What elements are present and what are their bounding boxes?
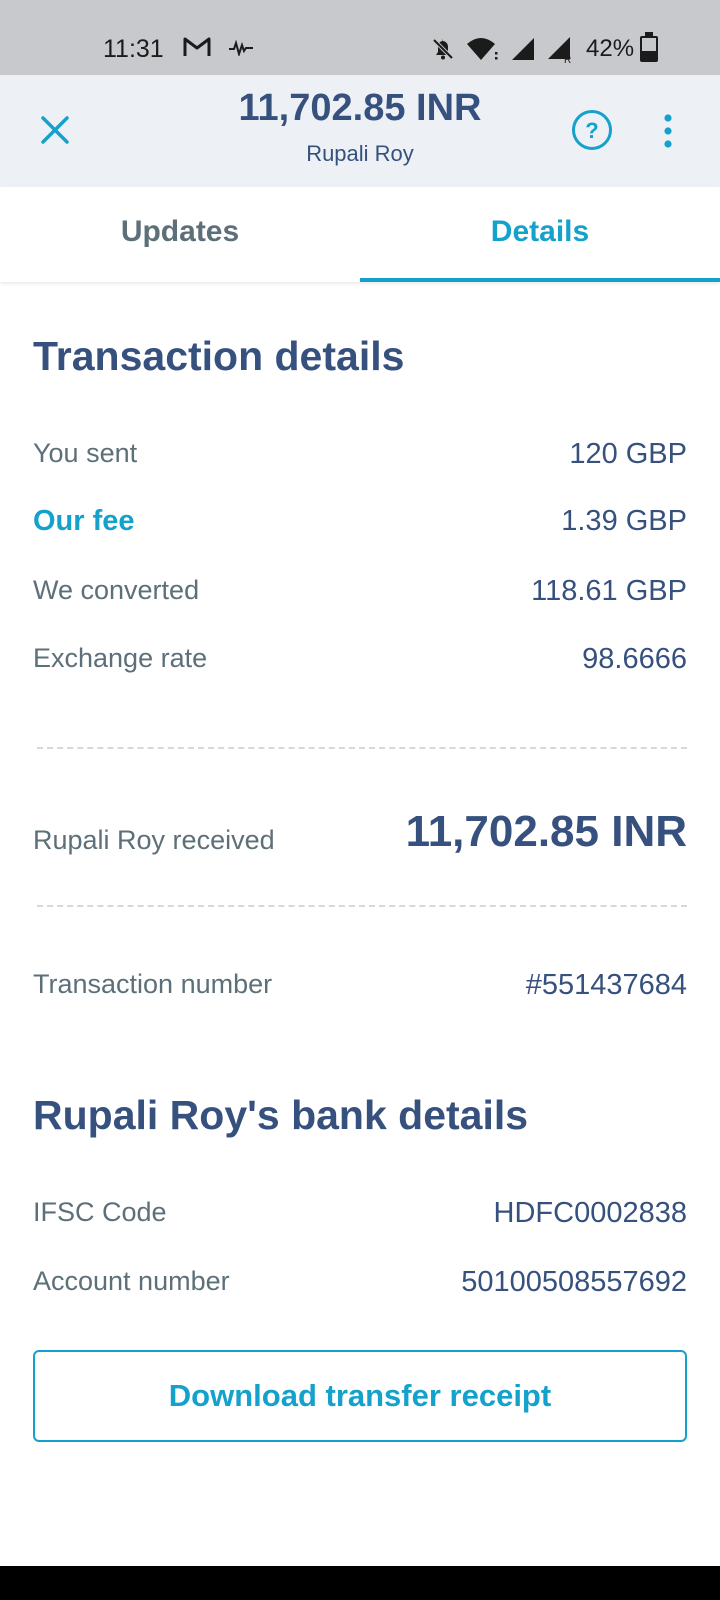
tab-updates[interactable]: Updates (0, 187, 360, 282)
row-value: 1.39 GBP (561, 505, 687, 537)
row-transaction-number: Transaction number #551437684 (33, 969, 687, 1009)
svg-text:?: ? (585, 118, 598, 143)
bank-details-title: Rupali Roy's bank details (33, 1092, 529, 1138)
ifsc-code: HDFC0002838 (493, 1197, 687, 1229)
row-value: 118.61 GBP (531, 575, 687, 607)
row-exchange-rate: Exchange rate 98.6666 (33, 643, 687, 683)
received-label: Rupali Roy received (33, 825, 275, 855)
transaction-number: #551437684 (525, 969, 687, 1001)
status-time: 11:31 (103, 35, 164, 63)
our-fee-link[interactable]: Our fee (33, 505, 135, 538)
battery-percent: 42% (586, 35, 635, 62)
status-bar: 11:31 R 42% (0, 0, 720, 75)
download-receipt-button[interactable]: Download transfer receipt (33, 1350, 687, 1442)
row-label: Exchange rate (33, 643, 208, 673)
gmail-icon (183, 37, 211, 56)
row-you-sent: You sent 120 GBP (33, 438, 687, 478)
app-header: 11,702.85 INR Rupali Roy ? (0, 75, 720, 187)
divider (37, 905, 687, 907)
status-icons: R 42% (430, 32, 659, 64)
more-vertical-icon[interactable] (662, 113, 674, 149)
account-number: 50100508557692 (461, 1266, 687, 1298)
row-value: 98.6666 (582, 643, 687, 675)
row-label: You sent (33, 438, 138, 468)
battery-fill (642, 50, 657, 60)
row-label: IFSC Code (33, 1197, 167, 1227)
tab-details[interactable]: Details (360, 187, 720, 282)
tab-bar: Updates Details (0, 187, 720, 282)
transaction-details-title: Transaction details (33, 333, 405, 379)
wifi-icon (467, 38, 498, 60)
svg-text:R: R (564, 55, 571, 63)
row-label: Account number (33, 1266, 230, 1296)
row-we-converted: We converted 118.61 GBP (33, 575, 687, 615)
row-value: 120 GBP (569, 438, 687, 470)
divider (37, 747, 687, 749)
bell-off-icon (432, 38, 454, 60)
pulse-icon (229, 40, 253, 56)
row-received: Rupali Roy received 11,702.85 INR (33, 807, 687, 856)
system-nav-bar (0, 1566, 720, 1600)
row-label: Transaction number (33, 969, 273, 999)
row-ifsc: IFSC Code HDFC0002838 (33, 1197, 687, 1237)
row-label: We converted (33, 575, 200, 605)
battery-icon (640, 32, 659, 62)
received-amount: 11,702.85 INR (405, 807, 687, 856)
row-our-fee: Our fee 1.39 GBP (33, 505, 687, 545)
row-account-number: Account number 50100508557692 (33, 1266, 687, 1306)
help-icon[interactable]: ? (571, 109, 613, 151)
signal-icon (512, 38, 534, 60)
signal-roaming-icon: R (548, 37, 571, 63)
